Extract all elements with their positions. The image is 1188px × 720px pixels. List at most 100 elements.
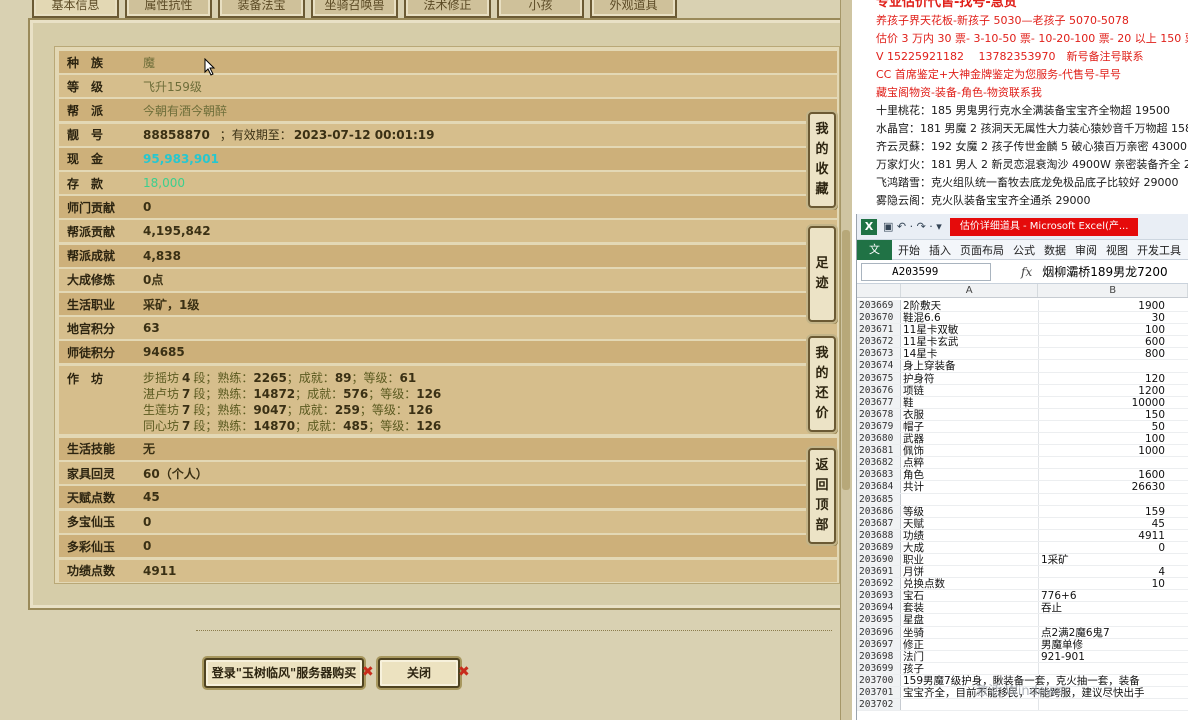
row-number[interactable]: 203672 [857,336,901,348]
counter-offer-button[interactable]: 我的还价 [808,336,836,432]
row-number[interactable]: 203699 [857,662,901,674]
cell-b[interactable]: 1600 [1039,469,1171,481]
row-number[interactable]: 203697 [857,638,901,650]
cell-a[interactable]: 14星卡 [901,348,1039,360]
cell-a[interactable]: 11星卡玄武 [901,336,1039,348]
cell-b[interactable]: 1200 [1039,385,1171,397]
row-number[interactable]: 203681 [857,445,901,457]
cell-a[interactable]: 帽子 [901,420,1039,433]
ribbon-tab-4[interactable]: 页面布局 [960,242,1004,258]
row-number[interactable]: 203676 [857,384,901,396]
cell-a[interactable]: 项链 [901,384,1039,397]
row-number[interactable]: 203700 [857,674,901,686]
ribbon-tab-8[interactable]: 视图 [1106,242,1128,258]
cell-b[interactable]: 159 [1039,506,1171,518]
cell-a[interactable]: 修正 [901,638,1039,651]
row-number[interactable]: 203677 [857,396,901,408]
cell-b[interactable]: 776+6 [1039,590,1171,602]
quick-access-toolbar[interactable]: ▣ ↶ · ↷ · ▾ [883,220,942,233]
row-number[interactable]: 203692 [857,578,901,590]
cell-a[interactable]: 坐骑 [901,626,1039,639]
cell-b[interactable]: 30 [1039,312,1171,324]
ribbon-tab-3[interactable]: 插入 [929,242,951,258]
cell-a[interactable]: 点粹 [901,457,1039,469]
tab-5[interactable]: 法术修正 [404,0,491,18]
cell-b[interactable] [1039,360,1171,371]
tab-6[interactable]: 小孩 [497,0,584,18]
cell-b[interactable]: 1900 [1039,300,1171,312]
cell-b[interactable]: 800 [1039,348,1171,360]
formula-input[interactable]: 烟柳灞桥189男龙7200 [1042,263,1167,280]
cell-b[interactable]: 点2满2魔6鬼7 [1039,627,1171,639]
cell-a[interactable]: 功绩 [901,529,1039,542]
cell-a[interactable]: 法门 [901,650,1039,663]
row-number[interactable]: 203701 [857,687,901,699]
cell-b[interactable]: 921-901 [1039,651,1171,663]
fx-icon[interactable]: fx [1021,265,1032,279]
row-number[interactable]: 203696 [857,626,901,638]
cell-b[interactable]: 吞止 [1039,602,1171,614]
cell-a[interactable]: 衣服 [901,408,1039,421]
row-number[interactable]: 203670 [857,312,901,324]
cell-a[interactable]: 天赋 [901,517,1039,530]
cell-a[interactable]: 护身符 [901,372,1039,385]
row-number[interactable]: 203674 [857,360,901,372]
column-a-header[interactable]: A [901,284,1039,297]
tab-1[interactable]: 基本信息 [32,0,119,18]
row-number[interactable]: 203694 [857,602,901,614]
row-number[interactable]: 203702 [857,699,901,711]
column-b-header[interactable]: B [1038,284,1188,297]
cell-b[interactable]: 50 [1039,421,1171,433]
ribbon-tab-5[interactable]: 公式 [1013,242,1035,258]
favorite-button[interactable]: 我的收藏 [808,112,836,208]
row-number[interactable]: 203686 [857,505,901,517]
cell-b[interactable]: 男魔单修 [1039,639,1171,651]
cell-b[interactable]: 10000 [1039,397,1171,409]
tab-3[interactable]: 装备法宝 [218,0,305,18]
cell-b[interactable]: 150 [1039,409,1171,421]
row-number[interactable]: 203698 [857,650,901,662]
ribbon-tab-2[interactable]: 开始 [898,242,920,258]
row-number[interactable]: 203678 [857,408,901,420]
cell-b[interactable]: 120 [1039,373,1171,385]
row-number[interactable]: 203689 [857,541,901,553]
close-button[interactable]: 关闭 [378,658,460,688]
cell-a[interactable]: 职业 [901,553,1039,566]
row-number[interactable]: 203671 [857,324,901,336]
cell-b[interactable]: 26630 [1039,481,1171,493]
cell-a[interactable]: 星盘 [901,614,1039,626]
row-number[interactable]: 203669 [857,300,901,312]
corner-select-all[interactable] [857,284,901,297]
cell-b[interactable]: 10 [1039,578,1171,590]
cell-a[interactable]: 共计 [901,481,1039,493]
cell-a[interactable]: 身上穿装备 [901,360,1039,372]
cell-a[interactable]: 孩子 [901,662,1039,675]
row-number[interactable]: 203688 [857,529,901,541]
cell-a[interactable]: 2阶敷天 [901,300,1039,312]
row-number[interactable]: 203695 [857,614,901,626]
row-number[interactable]: 203675 [857,372,901,384]
cell-a[interactable]: 等级 [901,505,1039,518]
tab-4[interactable]: 坐骑召唤兽 [311,0,398,18]
name-box[interactable]: A203599 [861,262,991,281]
cell-b[interactable] [1039,614,1171,625]
row-number[interactable]: 203684 [857,481,901,493]
cell-b[interactable] [1039,457,1171,468]
tab-7[interactable]: 外观道具 [590,0,677,18]
ribbon-tab-6[interactable]: 数据 [1044,242,1066,258]
cell-b[interactable]: 100 [1039,433,1171,445]
cell-a[interactable] [901,699,1039,711]
cell-a[interactable]: 月饼 [901,566,1039,578]
tab-2[interactable]: 属性抗性 [125,0,212,18]
cell-a[interactable]: 套装 [901,602,1039,614]
back-to-top-button[interactable]: 返回顶部 [808,448,836,544]
row-number[interactable]: 203682 [857,457,901,469]
cell-a[interactable]: 鞋混6.6 [901,312,1039,324]
row-number[interactable]: 203683 [857,469,901,481]
cell-a[interactable]: 角色 [901,469,1039,481]
cell-b[interactable]: 0 [1039,542,1171,554]
cell-b[interactable]: 1000 [1039,445,1171,457]
cell-b[interactable]: 45 [1039,518,1171,530]
cell-a[interactable]: 大成 [901,541,1039,554]
cell-b[interactable] [1039,663,1171,674]
